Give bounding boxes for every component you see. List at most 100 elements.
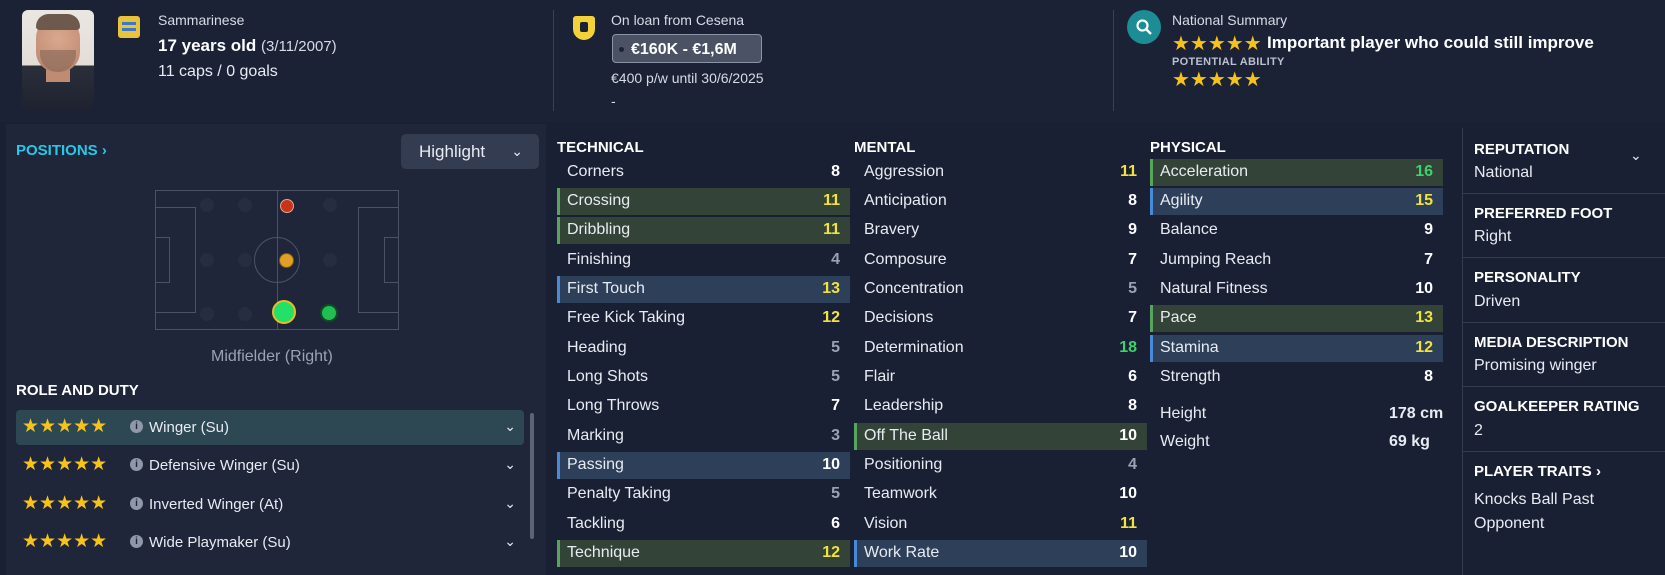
attribute-row[interactable]: Penalty Taking 5 xyxy=(557,481,850,508)
attribute-value: 8 xyxy=(1128,397,1137,414)
info-icon[interactable]: i xyxy=(130,535,143,548)
mental-title: MENTAL xyxy=(854,139,916,156)
attribute-row[interactable]: Aggression 11 xyxy=(854,159,1147,186)
chevron-down-icon[interactable]: ⌄ xyxy=(504,418,516,435)
roles-scrollbar[interactable] xyxy=(530,413,534,539)
attribute-value: 18 xyxy=(1119,339,1137,356)
attribute-row[interactable]: Finishing 4 xyxy=(557,247,850,274)
attribute-name: Vision xyxy=(864,515,908,532)
attribute-row[interactable]: Natural Fitness 10 xyxy=(1150,276,1443,303)
info-icon[interactable]: i xyxy=(130,497,143,510)
attribute-row[interactable]: Free Kick Taking 12 xyxy=(557,305,850,332)
chevron-down-icon: ⌄ xyxy=(511,143,523,159)
scout-search-icon[interactable] xyxy=(1127,10,1161,44)
attribute-row[interactable]: Technique 12 xyxy=(557,540,850,567)
attribute-row[interactable]: Anticipation 8 xyxy=(854,188,1147,215)
attribute-row[interactable]: Off The Ball 10 xyxy=(854,423,1147,450)
attribute-row[interactable]: Crossing 11 xyxy=(557,188,850,215)
position-slot xyxy=(200,307,214,321)
attribute-row[interactable]: Acceleration 16 xyxy=(1150,159,1443,186)
position-dot-natural[interactable] xyxy=(320,304,338,322)
role-stars: ★★★★★ xyxy=(22,493,108,514)
potential-ability-label: POTENTIAL ABILITY xyxy=(1172,56,1285,68)
info-icon[interactable]: i xyxy=(130,458,143,471)
attribute-value: 6 xyxy=(831,515,840,532)
attribute-name: Long Shots xyxy=(567,368,648,385)
height-value: 178 cm xyxy=(1389,405,1444,422)
attribute-row[interactable]: Passing 10 xyxy=(557,452,850,479)
attribute-row[interactable]: Tackling 6 xyxy=(557,511,850,538)
attribute-row[interactable]: Positioning 4 xyxy=(854,452,1147,479)
role-and-duty-title: ROLE AND DUTY xyxy=(16,382,139,399)
role-row[interactable]: ★★★★★ i Defensive Winger (Su) ⌄ xyxy=(16,448,524,483)
position-dot-natural-selected[interactable] xyxy=(272,300,296,324)
attribute-row[interactable]: Decisions 7 xyxy=(854,305,1147,332)
role-row[interactable]: ★★★★★ i Winger (Su) ⌄ xyxy=(16,410,524,445)
info-icon[interactable]: i xyxy=(130,420,143,433)
attribute-row[interactable]: Stamina 12 xyxy=(1150,335,1443,362)
position-label: Midfielder (Right) xyxy=(211,348,333,365)
attribute-value: 12 xyxy=(1415,339,1433,356)
attribute-row[interactable]: Corners 8 xyxy=(557,159,850,186)
attribute-row[interactable]: First Touch 13 xyxy=(557,276,850,303)
attribute-name: Penalty Taking xyxy=(567,485,671,502)
chevron-down-icon[interactable]: ⌄ xyxy=(504,495,516,512)
attribute-name: Passing xyxy=(567,456,624,473)
attribute-value: 12 xyxy=(822,544,840,561)
attribute-name: Off The Ball xyxy=(864,427,948,444)
attribute-row[interactable]: Pace 13 xyxy=(1150,305,1443,332)
player-traits-link[interactable]: PLAYER TRAITS › xyxy=(1474,463,1601,480)
attribute-row[interactable]: Strength 8 xyxy=(1150,364,1443,391)
attribute-row[interactable]: Teamwork 10 xyxy=(854,481,1147,508)
role-name: Winger (Su) xyxy=(149,419,230,436)
attribute-row[interactable]: Long Shots 5 xyxy=(557,364,850,391)
attribute-value: 8 xyxy=(831,163,840,180)
attribute-name: Marking xyxy=(567,427,624,444)
attribute-value: 15 xyxy=(1415,192,1433,209)
role-stars: ★★★★★ xyxy=(22,531,108,552)
attribute-row[interactable]: Marking 3 xyxy=(557,423,850,450)
transfer-value-tag: €160K - €1,6M xyxy=(612,34,762,63)
attribute-value: 5 xyxy=(831,485,840,502)
attribute-row[interactable]: Dribbling 11 xyxy=(557,217,850,244)
positions-link[interactable]: POSITIONS › xyxy=(16,142,107,159)
attribute-row[interactable]: Leadership 8 xyxy=(854,393,1147,420)
attribute-row[interactable]: Composure 7 xyxy=(854,247,1147,274)
chevron-down-icon[interactable]: ⌄ xyxy=(504,533,516,550)
position-slot xyxy=(323,198,337,212)
attribute-name: Crossing xyxy=(567,192,631,209)
attribute-row[interactable]: Jumping Reach 7 xyxy=(1150,247,1443,274)
club-badge-icon[interactable] xyxy=(573,16,595,40)
attribute-name: Finishing xyxy=(567,251,632,268)
attribute-row[interactable]: Concentration 5 xyxy=(854,276,1147,303)
attribute-row[interactable]: Agility 15 xyxy=(1150,188,1443,215)
reputation-title: REPUTATION xyxy=(1474,141,1570,158)
loan-status[interactable]: On loan from Cesena xyxy=(611,12,744,28)
attribute-value: 10 xyxy=(1119,485,1137,502)
attribute-value: 10 xyxy=(822,456,840,473)
attribute-row[interactable]: Work Rate 10 xyxy=(854,540,1147,567)
header-divider xyxy=(553,10,554,111)
preferred-foot-value: Right xyxy=(1474,228,1512,245)
attribute-row[interactable]: Bravery 9 xyxy=(854,217,1147,244)
chevron-down-icon[interactable]: ⌄ xyxy=(1630,147,1642,164)
attribute-row[interactable]: Balance 9 xyxy=(1150,217,1443,244)
attribute-name: Free Kick Taking xyxy=(567,309,685,326)
highlight-label: Highlight xyxy=(419,142,486,161)
chevron-down-icon[interactable]: ⌄ xyxy=(504,456,516,473)
role-row[interactable]: ★★★★★ i Inverted Winger (At) ⌄ xyxy=(16,487,524,522)
highlight-dropdown[interactable]: Highlight ⌄ xyxy=(401,134,539,169)
attribute-value: 5 xyxy=(1128,280,1137,297)
attribute-row[interactable]: Heading 5 xyxy=(557,335,850,362)
attribute-row[interactable]: Vision 11 xyxy=(854,511,1147,538)
attribute-name: Positioning xyxy=(864,456,943,473)
attribute-row[interactable]: Determination 18 xyxy=(854,335,1147,362)
height-label: Height xyxy=(1160,405,1207,422)
divider xyxy=(1462,451,1665,452)
attribute-value: 7 xyxy=(1128,309,1137,326)
attribute-row[interactable]: Flair 6 xyxy=(854,364,1147,391)
date-of-birth: (3/11/2007) xyxy=(261,38,337,55)
attribute-row[interactable]: Long Throws 7 xyxy=(557,393,850,420)
role-row[interactable]: ★★★★★ i Wide Playmaker (Su) ⌄ xyxy=(16,525,524,560)
current-ability-stars: ★★★★★ xyxy=(1172,33,1262,55)
